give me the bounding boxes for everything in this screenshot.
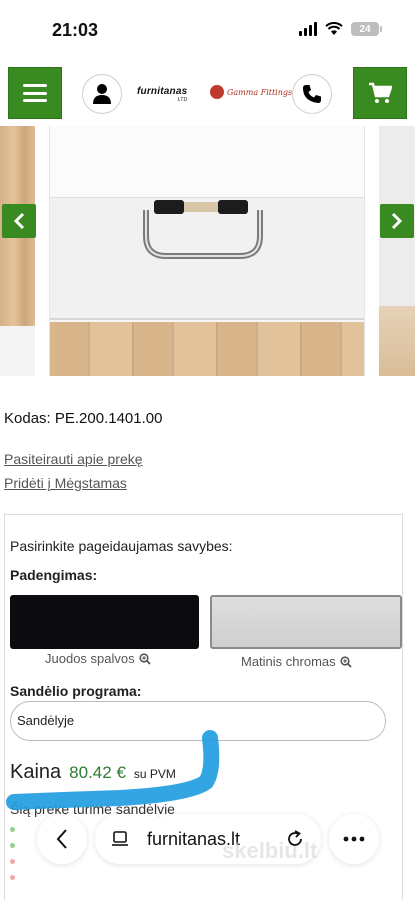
swatch-caption: Matinis chromas <box>241 654 352 669</box>
zoom-icon[interactable] <box>340 655 352 668</box>
stock-program-select[interactable]: Sandėlyje <box>10 701 386 741</box>
swatch-black[interactable] <box>10 595 199 649</box>
page-menu-icon[interactable] <box>111 830 129 848</box>
price-label: Kaina <box>10 761 62 783</box>
watermark: skelbiu.lt <box>222 838 318 863</box>
account-button[interactable] <box>82 74 122 114</box>
browser-toolbar: furnitanas.lt <box>0 808 415 868</box>
wifi-icon <box>325 22 343 35</box>
status-time: 21:03 <box>52 20 99 40</box>
price-row: Kaina 80.42 € su PVM <box>10 761 176 784</box>
price-tax: su PVM <box>133 767 176 781</box>
swatch-caption: Juodos spalvos <box>45 651 151 666</box>
site-header: furnitanas LTD Gamma Fittings <box>0 66 415 122</box>
swatch-matte-chrome[interactable] <box>210 595 402 649</box>
add-to-favorites-link[interactable]: Pridėti į Mėgstamas <box>4 475 127 491</box>
handle-graphic <box>143 200 263 259</box>
next-slide-image <box>379 126 415 376</box>
status-icons: 24 <box>299 22 382 36</box>
cart-button[interactable] <box>353 67 407 119</box>
product-image[interactable] <box>49 126 365 376</box>
stock-program-label: Sandėlio programa: <box>10 683 142 699</box>
furnitanas-logo[interactable]: furnitanas LTD <box>137 86 187 103</box>
options-title: Pasirinkite pageidaujamas savybes: <box>10 538 233 554</box>
carousel-next-button[interactable] <box>380 204 414 238</box>
phone-icon <box>303 85 321 103</box>
zoom-icon[interactable] <box>139 652 151 665</box>
back-button[interactable] <box>37 814 87 864</box>
hamburger-icon <box>23 84 47 102</box>
product-image-carousel[interactable] <box>0 126 415 376</box>
inquire-link[interactable]: Pasiteirauti apie prekę <box>4 451 143 467</box>
ellipsis-icon <box>343 836 365 842</box>
gamma-fittings-logo[interactable]: Gamma Fittings <box>210 85 292 99</box>
carousel-prev-button[interactable] <box>2 204 36 238</box>
chevron-right-icon <box>391 212 403 230</box>
user-icon <box>93 84 111 104</box>
menu-button[interactable] <box>8 67 62 119</box>
more-button[interactable] <box>329 814 379 864</box>
coating-label: Padengimas: <box>10 567 98 583</box>
status-bar: 21:03 24 <box>0 0 415 60</box>
chevron-left-icon <box>13 212 25 230</box>
cart-icon <box>369 82 392 103</box>
price-value: 80.42 € <box>69 763 126 782</box>
phone-button[interactable] <box>292 74 332 114</box>
previous-slide-image <box>0 126 35 376</box>
gamma-mark-icon <box>210 85 224 99</box>
battery-icon: 24 <box>351 22 382 36</box>
list-item <box>10 869 15 885</box>
product-code: Kodas: PE.200.1401.00 <box>4 410 163 427</box>
chevron-left-icon <box>56 829 67 849</box>
signal-icon <box>299 22 317 36</box>
